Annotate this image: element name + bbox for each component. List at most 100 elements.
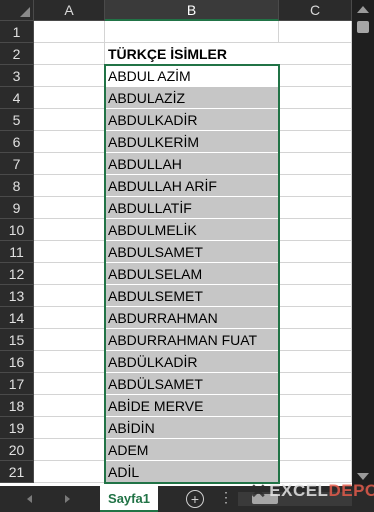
row-header[interactable]: 3 (0, 65, 34, 87)
cell-c[interactable] (279, 417, 352, 439)
name-cell[interactable]: ABDUL AZİM (105, 65, 279, 87)
row-header[interactable]: 20 (0, 439, 34, 461)
cell-c[interactable] (279, 329, 352, 351)
cell-c[interactable] (279, 109, 352, 131)
name-cell[interactable]: ABDULKERİM (105, 131, 279, 153)
name-cell[interactable]: ABDULSAMET (105, 241, 279, 263)
cell-b[interactable] (105, 21, 279, 43)
cell-a[interactable] (34, 87, 105, 109)
cell-a[interactable] (34, 395, 105, 417)
name-cell[interactable]: ABDÜLSAMET (105, 373, 279, 395)
name-cell[interactable]: ABDULLAH (105, 153, 279, 175)
cell-a[interactable] (34, 219, 105, 241)
vertical-scrollbar[interactable] (352, 0, 374, 486)
row-header[interactable]: 6 (0, 131, 34, 153)
excel-depo-logo: ✕ EXCEL DEPO (250, 478, 374, 504)
vertical-scroll-thumb[interactable] (357, 21, 369, 33)
cell-c[interactable] (279, 241, 352, 263)
cell-c[interactable] (279, 43, 352, 65)
cell-a[interactable] (34, 21, 105, 43)
sheet-tab-sayfa1[interactable]: Sayfa1 (100, 486, 158, 512)
row-header[interactable]: 18 (0, 395, 34, 417)
name-cell[interactable]: ABDULAZİZ (105, 87, 279, 109)
name-cell[interactable]: ABİDİN (105, 417, 279, 439)
cell-a[interactable] (34, 109, 105, 131)
excel-depo-logo-icon: ✕ (250, 480, 268, 503)
cell-a[interactable] (34, 329, 105, 351)
name-cell[interactable]: ADEM (105, 439, 279, 461)
logo-excel-text: EXCEL (269, 481, 329, 500)
cell-a[interactable] (34, 65, 105, 87)
scroll-up-icon[interactable] (357, 6, 369, 13)
name-cell[interactable]: ABDURRAHMAN (105, 307, 279, 329)
cell-c[interactable] (279, 131, 352, 153)
row-header[interactable]: 14 (0, 307, 34, 329)
row-header[interactable]: 10 (0, 219, 34, 241)
cell-a[interactable] (34, 197, 105, 219)
row-header[interactable]: 4 (0, 87, 34, 109)
cell-a[interactable] (34, 153, 105, 175)
row-header[interactable]: 17 (0, 373, 34, 395)
cell-a[interactable] (34, 131, 105, 153)
cell-c[interactable] (279, 351, 352, 373)
cell-a[interactable] (34, 43, 105, 65)
cell-c[interactable] (279, 65, 352, 87)
row-header[interactable]: 13 (0, 285, 34, 307)
cell-c[interactable] (279, 395, 352, 417)
cell-a[interactable] (34, 373, 105, 395)
cell-c[interactable] (279, 219, 352, 241)
cell-a[interactable] (34, 351, 105, 373)
cell-a[interactable] (34, 175, 105, 197)
cell-a[interactable] (34, 307, 105, 329)
triangle-left-icon (26, 495, 32, 503)
cell-c[interactable] (279, 439, 352, 461)
add-sheet-icon[interactable]: + (186, 490, 204, 508)
row-header[interactable]: 21 (0, 461, 34, 483)
name-cell[interactable]: ABDULLAH ARİF (105, 175, 279, 197)
cell-c[interactable] (279, 263, 352, 285)
name-cell[interactable]: ABİDE MERVE (105, 395, 279, 417)
row-header[interactable]: 15 (0, 329, 34, 351)
cell-a[interactable] (34, 263, 105, 285)
next-sheet-button[interactable] (56, 486, 78, 512)
column-header-c[interactable]: C (279, 0, 352, 21)
cell-a[interactable] (34, 439, 105, 461)
column-header-b[interactable]: B (105, 0, 279, 21)
row-header[interactable]: 19 (0, 417, 34, 439)
cell-c[interactable] (279, 197, 352, 219)
cell-a[interactable] (34, 461, 105, 483)
select-all-corner[interactable] (0, 0, 34, 21)
column-title-cell[interactable]: TÜRKÇE İSİMLER (105, 43, 279, 65)
cell-a[interactable] (34, 241, 105, 263)
row-header[interactable]: 11 (0, 241, 34, 263)
more-options-icon[interactable]: ⋮ (219, 489, 233, 506)
row-header[interactable]: 9 (0, 197, 34, 219)
row-header[interactable]: 8 (0, 175, 34, 197)
row-header[interactable]: 16 (0, 351, 34, 373)
cell-c[interactable] (279, 307, 352, 329)
name-cell[interactable]: ABDULLATİF (105, 197, 279, 219)
cell-c[interactable] (279, 21, 352, 43)
cell-c[interactable] (279, 175, 352, 197)
row-header[interactable]: 7 (0, 153, 34, 175)
row-header[interactable]: 5 (0, 109, 34, 131)
row-header[interactable]: 1 (0, 21, 34, 43)
name-cell[interactable]: ABDULKADİR (105, 109, 279, 131)
cell-c[interactable] (279, 373, 352, 395)
triangle-right-icon (64, 495, 70, 503)
prev-sheet-button[interactable] (18, 486, 40, 512)
cell-c[interactable] (279, 153, 352, 175)
name-cell[interactable]: ABDULSELAM (105, 263, 279, 285)
cell-c[interactable] (279, 87, 352, 109)
name-cell[interactable]: ABDULMELİK (105, 219, 279, 241)
name-cell[interactable]: ABDÜLKADİR (105, 351, 279, 373)
name-cell[interactable]: ABDURRAHMAN FUAT (105, 329, 279, 351)
logo-depo-text: DEPO (328, 481, 374, 500)
name-cell[interactable]: ABDULSEMET (105, 285, 279, 307)
cell-a[interactable] (34, 417, 105, 439)
row-header[interactable]: 2 (0, 43, 34, 65)
cell-a[interactable] (34, 285, 105, 307)
row-header[interactable]: 12 (0, 263, 34, 285)
column-header-a[interactable]: A (34, 0, 105, 21)
cell-c[interactable] (279, 285, 352, 307)
